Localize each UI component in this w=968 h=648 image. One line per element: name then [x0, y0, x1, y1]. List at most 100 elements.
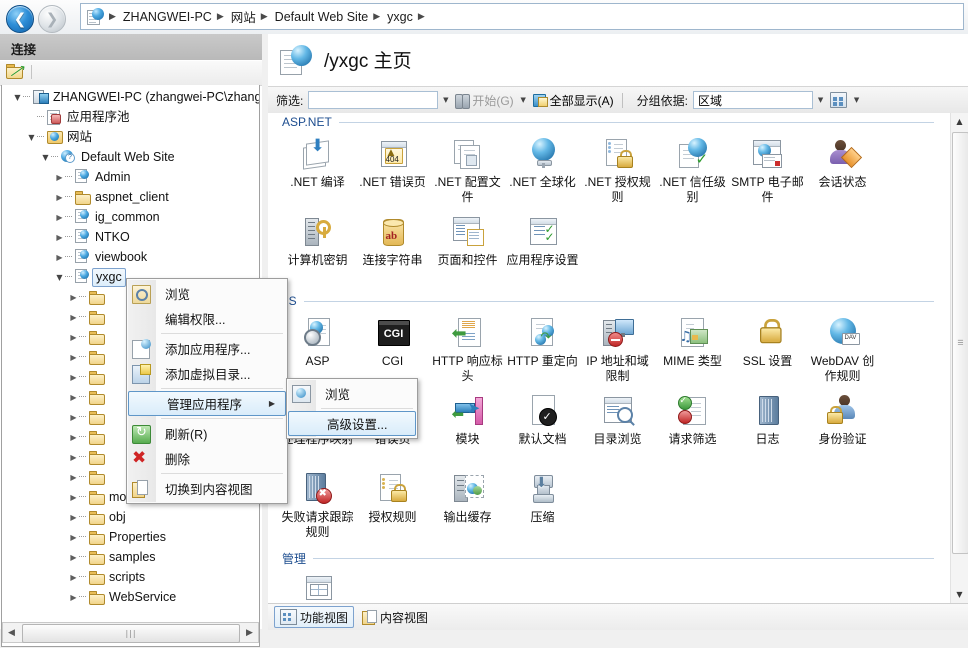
expander-closed-icon[interactable]: ▶	[68, 527, 79, 547]
feature-item[interactable]: 计算机密钥	[280, 214, 355, 286]
feature-item[interactable]: SSL 设置	[730, 315, 805, 387]
feature-item[interactable]: ⬅ HTTP 响应标头	[430, 315, 505, 387]
tree-node[interactable]: ▶ Admin	[2, 167, 259, 187]
tree-node[interactable]: ▶ ig_common	[2, 207, 259, 227]
feature-item[interactable]: ✓ 请求筛选	[655, 393, 730, 465]
scroll-left-icon[interactable]: ◀	[3, 623, 20, 642]
breadcrumb-item-0[interactable]: ▶ ZHANGWEI-PC	[107, 4, 215, 29]
context-menu-item[interactable]: 添加虚拟目录...	[127, 361, 287, 386]
feature-item[interactable]: 日志	[730, 393, 805, 465]
go-dropdown-chevron-down-icon[interactable]: ▼	[516, 91, 531, 109]
expander-closed-icon[interactable]: ▶	[68, 407, 79, 427]
feature-item[interactable]	[280, 572, 355, 603]
manage-application-submenu[interactable]: 浏览高级设置...	[286, 378, 418, 439]
context-menu-item[interactable]: 管理应用程序 ▶	[128, 391, 286, 416]
connect-folder-icon[interactable]: ⟶	[6, 60, 29, 82]
forward-button[interactable]: ❯	[38, 5, 66, 33]
feature-item[interactable]: CGI CGI	[355, 315, 430, 387]
context-menu-item[interactable]: 切换到内容视图	[127, 476, 287, 501]
expander-closed-icon[interactable]: ▶	[68, 287, 79, 307]
expander-closed-icon[interactable]: ▶	[68, 347, 79, 367]
context-menu-item[interactable]: 浏览	[287, 381, 417, 406]
expander-closed-icon[interactable]: ▶	[54, 227, 65, 247]
expander-closed-icon[interactable]: ▶	[54, 207, 65, 227]
expander-closed-icon[interactable]: ▶	[68, 307, 79, 327]
expander-closed-icon[interactable]: ▶	[68, 567, 79, 587]
feature-item[interactable]: ✖ 失败请求跟踪规则	[280, 471, 355, 543]
expander-closed-icon[interactable]: ▶	[68, 507, 79, 527]
tree-node[interactable]: ▶ aspnet_client	[2, 187, 259, 207]
feature-item[interactable]: ✓ 默认文档	[505, 393, 580, 465]
breadcrumb[interactable]: ▶ ZHANGWEI-PC ▶ 网站 ▶ Default Web Site ▶ …	[80, 3, 964, 30]
tree-node[interactable]: ▶ viewbook	[2, 247, 259, 267]
hscroll-track[interactable]: |||	[20, 624, 241, 643]
tree-node[interactable]: ▶ scripts	[2, 567, 259, 587]
feature-item[interactable]: ⬅ ➤ 模块	[430, 393, 505, 465]
go-button[interactable]: 开始(G)	[453, 90, 515, 110]
expander-open-icon[interactable]: ▼	[54, 267, 65, 287]
scroll-down-icon[interactable]: ▼	[951, 586, 968, 603]
back-button[interactable]: ❮	[6, 5, 34, 33]
show-all-button[interactable]: 全部显示(A)	[531, 90, 616, 110]
expander-closed-icon[interactable]: ▶	[68, 487, 79, 507]
tab-content-view[interactable]: 内容视图	[357, 607, 433, 627]
breadcrumb-item-2[interactable]: ▶ Default Web Site	[259, 4, 372, 29]
context-menu-item[interactable]: 浏览	[127, 281, 287, 306]
tree-node[interactable]: ▶ NTKO	[2, 227, 259, 247]
tree-node[interactable]: ▶ samples	[2, 547, 259, 567]
feature-item[interactable]: ↷ HTTP 重定向	[505, 315, 580, 387]
expander-closed-icon[interactable]: ▶	[68, 427, 79, 447]
filter-dropdown-chevron-down-icon[interactable]: ▼	[438, 91, 453, 109]
filter-input[interactable]	[308, 91, 439, 109]
feature-item[interactable]: 会话状态	[805, 136, 880, 208]
expander-open-icon[interactable]: ▼	[26, 127, 37, 147]
vscroll-thumb[interactable]: ☰	[952, 132, 968, 554]
feature-item[interactable]: IP 地址和域限制	[580, 315, 655, 387]
expander-closed-icon[interactable]: ▶	[54, 247, 65, 267]
context-menu-item[interactable]: 刷新(R)	[127, 421, 287, 446]
feature-item[interactable]: 授权规则	[355, 471, 430, 543]
breadcrumb-item-3[interactable]: ▶ yxgc	[371, 4, 416, 29]
feature-item[interactable]: DAV WebDAV 创作规则	[805, 315, 880, 387]
tree-node[interactable]: ▶ Properties	[2, 527, 259, 547]
feature-item[interactable]: ab 连接字符串	[355, 214, 430, 286]
tree-node[interactable]: ▶ WebService	[2, 587, 259, 607]
tree-node[interactable]: ▶ obj	[2, 507, 259, 527]
expander-closed-icon[interactable]: ▶	[68, 547, 79, 567]
feature-item[interactable]: ⬇ .NET 编译	[280, 136, 355, 208]
tree-node[interactable]: ▼? Default Web Site	[2, 147, 259, 167]
tab-features-view[interactable]: 功能视图	[274, 606, 355, 628]
expander-closed-icon[interactable]: ▶	[68, 327, 79, 347]
context-menu-item[interactable]: 高级设置...	[288, 411, 416, 436]
context-menu-item[interactable]: 编辑权限...	[127, 306, 287, 331]
tree-context-menu[interactable]: 浏览编辑权限... 添加应用程序... 添加虚拟目录... 管理应用程序 ▶ 刷新(R) ✖…	[126, 278, 288, 504]
tree-node[interactable]: ▼ ZHANGWEI-PC (zhangwei-PC\zhangw	[2, 87, 259, 107]
feature-item[interactable]: 身份验证	[805, 393, 880, 465]
expander-closed-icon[interactable]: ▶	[68, 367, 79, 387]
expander-closed-icon[interactable]: ▶	[68, 467, 79, 487]
expander-open-icon[interactable]: ▼	[40, 147, 51, 167]
view-options-button[interactable]	[828, 90, 849, 110]
feature-item[interactable]: .NET 配置文件	[430, 136, 505, 208]
tree-node[interactable]: ▼ 网站	[2, 127, 259, 147]
expander-closed-icon[interactable]: ▶	[68, 587, 79, 607]
tree-horizontal-scrollbar[interactable]: ◀ ||| ▶	[2, 622, 259, 643]
feature-item[interactable]: ▲ 404 .NET 错误页	[355, 136, 430, 208]
scroll-right-icon[interactable]: ▶	[241, 623, 258, 642]
feature-item[interactable]: 目录浏览	[580, 393, 655, 465]
expander-closed-icon[interactable]: ▶	[68, 447, 79, 467]
feature-item[interactable]: .NET 全球化	[505, 136, 580, 208]
feature-item[interactable]: 输出缓存	[430, 471, 505, 543]
hscroll-thumb[interactable]: |||	[22, 624, 240, 643]
group-by-chevron-down-icon[interactable]: ▼	[813, 91, 828, 109]
feature-item[interactable]: SMTP 电子邮件	[730, 136, 805, 208]
context-menu-item[interactable]: 添加应用程序...	[127, 336, 287, 361]
expander-closed-icon[interactable]: ▶	[54, 167, 65, 187]
feature-item[interactable]: .NET 授权规则	[580, 136, 655, 208]
expander-open-icon[interactable]: ▼	[12, 87, 23, 107]
feature-vertical-scrollbar[interactable]: ▲ ☰ ▼	[950, 113, 968, 603]
expander-closed-icon[interactable]: ▶	[54, 187, 65, 207]
feature-item[interactable]: ✓ .NET 信任级别	[655, 136, 730, 208]
feature-item[interactable]: 页面和控件	[430, 214, 505, 286]
group-by-select[interactable]: 区域	[693, 91, 814, 109]
